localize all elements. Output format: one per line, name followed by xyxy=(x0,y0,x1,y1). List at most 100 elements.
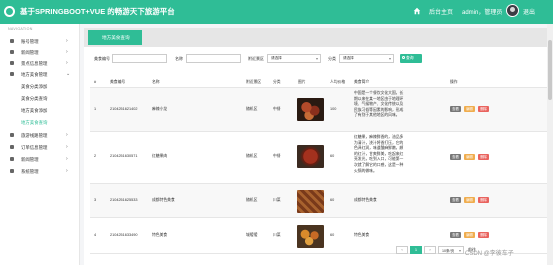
gear-icon xyxy=(10,169,14,173)
col-desc: 美食简介 xyxy=(354,79,370,84)
sidebar-item-label: 账号管理 xyxy=(21,38,39,44)
cell-category: 川菜 xyxy=(273,233,281,237)
delete-button[interactable]: 删除 xyxy=(478,106,489,112)
edit-button[interactable]: 编辑 xyxy=(464,154,475,160)
filter-name-label: 名称 xyxy=(175,56,183,61)
sidebar-subitem-label: 地方美食查询 xyxy=(21,119,48,125)
cell-index: 3 xyxy=(94,198,97,202)
filter-code-input[interactable] xyxy=(112,53,167,63)
sidebar-item-account[interactable]: 账号管理 › xyxy=(0,36,80,46)
cell-code: 2104251621402 xyxy=(110,107,138,111)
sidebar-subitem-label: 地方美食添加 xyxy=(21,107,48,113)
sidebar-subitem-food-category-query[interactable]: 美食分类查询 xyxy=(0,93,80,103)
cell-code: 2104251630571 xyxy=(110,154,138,158)
col-code: 美食编号 xyxy=(110,79,126,84)
cell-name: 麻辣小龙 xyxy=(152,107,168,111)
cell-name: 特色美食 xyxy=(152,233,168,237)
sidebar-item-scenic[interactable]: 景点信息管理 › xyxy=(0,58,80,68)
search-icon xyxy=(402,56,405,59)
chevron-right-icon: › xyxy=(66,59,68,66)
sidebar-item-route[interactable]: 旅游线路管理 › xyxy=(0,130,80,140)
home-link[interactable]: 后台主页 xyxy=(429,7,453,16)
tab-food-query[interactable]: 地方美食查询 xyxy=(88,30,142,45)
cell-price: 60 xyxy=(330,233,335,237)
news-icon xyxy=(10,50,14,54)
sidebar-item-label: 系统管理 xyxy=(21,168,39,174)
home-icon[interactable] xyxy=(413,7,421,15)
filter-name-input[interactable] xyxy=(186,53,241,63)
delete-button[interactable]: 删除 xyxy=(478,232,489,238)
view-button[interactable]: 查看 xyxy=(450,106,461,112)
route-icon xyxy=(10,133,14,137)
cell-name: 成都特色美食 xyxy=(152,198,175,202)
sidebar: NAVIGATION 账号管理 › 新闻管理 › 景点信息管理 › 地方美食管理… xyxy=(0,24,80,265)
sidebar-subitem-label: 美食分类查询 xyxy=(21,95,48,101)
cell-name: 红糖果肉 xyxy=(152,154,168,158)
nav-heading: NAVIGATION xyxy=(8,27,33,31)
chevron-right-icon: › xyxy=(66,131,68,138)
logout-link[interactable]: 退出 xyxy=(523,7,535,16)
scenic-icon xyxy=(10,61,14,65)
news-icon xyxy=(10,157,14,161)
user-label: admin，管理员 xyxy=(462,10,503,16)
cell-price: 60 xyxy=(330,198,335,202)
chevron-right-icon: › xyxy=(66,48,68,55)
sidebar-item-label: 旅游线路管理 xyxy=(21,132,48,138)
food-image xyxy=(297,225,324,248)
user-icon xyxy=(10,39,14,43)
next-page-button[interactable]: › xyxy=(424,246,436,254)
view-button[interactable]: 查看 xyxy=(450,154,461,160)
chevron-right-icon: › xyxy=(66,167,68,174)
filter-spot-label: 附近景区 xyxy=(248,56,264,61)
cell-category: 中餐 xyxy=(273,154,281,158)
sidebar-subitem-food-query[interactable]: 地方美食查询 xyxy=(0,117,80,127)
view-button[interactable]: 查看 xyxy=(450,232,461,238)
food-image xyxy=(297,145,324,168)
col-image: 图片 xyxy=(298,79,306,84)
page-size-select[interactable]: 10条/页 xyxy=(438,246,464,254)
col-actions: 操作 xyxy=(450,79,458,84)
chevron-right-icon: › xyxy=(66,143,68,150)
sidebar-subitem-label: 美食分类添加 xyxy=(21,83,48,89)
scrollbar-thumb[interactable] xyxy=(548,40,552,100)
prev-page-button[interactable]: ‹ xyxy=(396,246,408,254)
col-name: 名称 xyxy=(152,79,160,84)
food-image xyxy=(297,190,324,213)
edit-button[interactable]: 编辑 xyxy=(464,197,475,203)
sidebar-item-news2[interactable]: 新闻管理 › xyxy=(0,154,80,164)
sidebar-item-label: 景点信息管理 xyxy=(21,60,48,66)
chevron-right-icon: › xyxy=(66,155,68,162)
filter-bar: 美食编号 名称 附近景区 请选择 分类 请选择 查询 xyxy=(90,52,550,66)
filter-category-select[interactable]: 请选择 xyxy=(339,53,394,63)
app-title: 基于SPRINGBOOT+VUE 的畅游天下旅游平台 xyxy=(20,7,175,16)
avatar[interactable] xyxy=(506,4,519,17)
filter-category-label: 分类 xyxy=(328,56,336,61)
search-button[interactable]: 查询 xyxy=(400,53,422,63)
sidebar-item-system[interactable]: 系统管理 › xyxy=(0,166,80,176)
delete-button[interactable]: 删除 xyxy=(478,154,489,160)
sidebar-subitem-food-category-add[interactable]: 美食分类添加 xyxy=(0,81,80,91)
filter-code-label: 美食编号 xyxy=(94,56,110,61)
page-number[interactable]: 1 xyxy=(410,246,422,254)
filter-spot-select[interactable]: 请选择 xyxy=(267,53,321,63)
cell-desc: 红糖果，麻辣鲜香的，油品多为清汁，浇汁将香打压，它的色泽红润，味道酸麻鲜嫩，颇的… xyxy=(354,135,404,173)
edit-button[interactable]: 编辑 xyxy=(464,232,475,238)
cell-price: 100 xyxy=(330,107,337,111)
sidebar-item-label: 新闻管理 xyxy=(21,156,39,162)
col-category: 分类 xyxy=(273,79,281,84)
cell-desc: 中国是一个餐饮文化大国，长期以来在某一地区由于地理环境、气候物产、文化传统以及民… xyxy=(354,91,404,118)
cell-category: 川菜 xyxy=(273,198,281,202)
logo-icon xyxy=(4,6,15,17)
food-image xyxy=(297,98,324,121)
cell-category: 中餐 xyxy=(273,107,281,111)
sidebar-item-orders[interactable]: 订单信息管理 › xyxy=(0,142,80,152)
edit-button[interactable]: 编辑 xyxy=(464,106,475,112)
delete-button[interactable]: 删除 xyxy=(478,197,489,203)
sidebar-item-news[interactable]: 新闻管理 › xyxy=(0,47,80,57)
sidebar-item-food[interactable]: 地方美食管理 ⌄ xyxy=(0,69,80,79)
sidebar-subitem-food-add[interactable]: 地方美食添加 xyxy=(0,105,80,115)
chevron-down-icon: ⌄ xyxy=(66,70,71,77)
view-button[interactable]: 查看 xyxy=(450,197,461,203)
table-header: # 美食编号 名称 附近景区 分类 图片 人均价格 美食简介 操作 xyxy=(90,76,550,88)
order-icon xyxy=(10,145,14,149)
